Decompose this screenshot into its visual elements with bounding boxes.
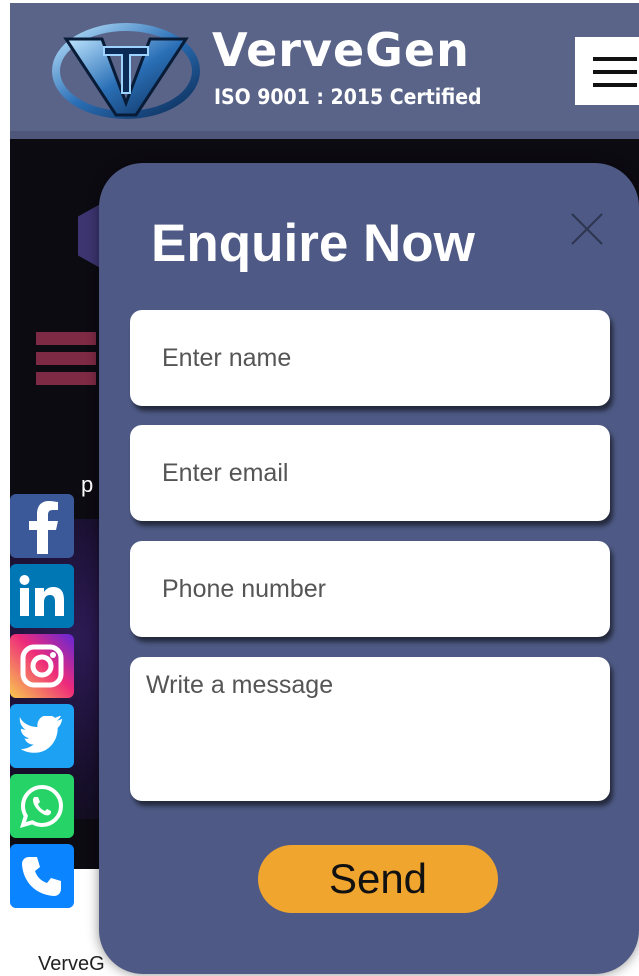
instagram-icon xyxy=(20,644,64,688)
header-divider xyxy=(10,131,639,139)
linkedin-icon xyxy=(19,575,64,616)
phone-input[interactable] xyxy=(130,541,610,637)
phone-link[interactable] xyxy=(10,844,74,908)
twitter-icon xyxy=(19,716,63,753)
social-sidebar xyxy=(10,494,74,914)
site-header: VerveGen ISO 9001 : 2015 Certified xyxy=(10,3,639,131)
hamburger-menu-icon xyxy=(593,57,637,87)
send-button[interactable]: Send xyxy=(258,845,498,913)
facebook-icon xyxy=(29,501,58,554)
enquiry-modal: Enquire Now Send xyxy=(99,163,639,974)
close-icon xyxy=(571,213,603,245)
message-textarea[interactable] xyxy=(130,657,610,801)
email-input[interactable] xyxy=(130,425,610,521)
bars-icon xyxy=(36,332,96,392)
phone-icon xyxy=(22,857,61,896)
instagram-link[interactable] xyxy=(10,634,74,698)
facebook-link[interactable] xyxy=(10,494,74,558)
whatsapp-icon xyxy=(20,784,64,828)
brand-name[interactable]: VerveGen xyxy=(212,23,470,77)
twitter-link[interactable] xyxy=(10,704,74,768)
footer-partial-text: VerveG xyxy=(38,953,105,975)
close-button[interactable] xyxy=(569,211,605,247)
hero-partial-text: p xyxy=(81,472,94,497)
linkedin-link[interactable] xyxy=(10,564,74,628)
hamburger-menu-button[interactable] xyxy=(575,37,639,105)
brand-certification: ISO 9001 : 2015 Certified xyxy=(214,85,482,109)
vg-logo-icon[interactable] xyxy=(52,23,200,119)
name-input[interactable] xyxy=(130,310,610,406)
modal-title: Enquire Now xyxy=(151,214,475,273)
whatsapp-link[interactable] xyxy=(10,774,74,838)
